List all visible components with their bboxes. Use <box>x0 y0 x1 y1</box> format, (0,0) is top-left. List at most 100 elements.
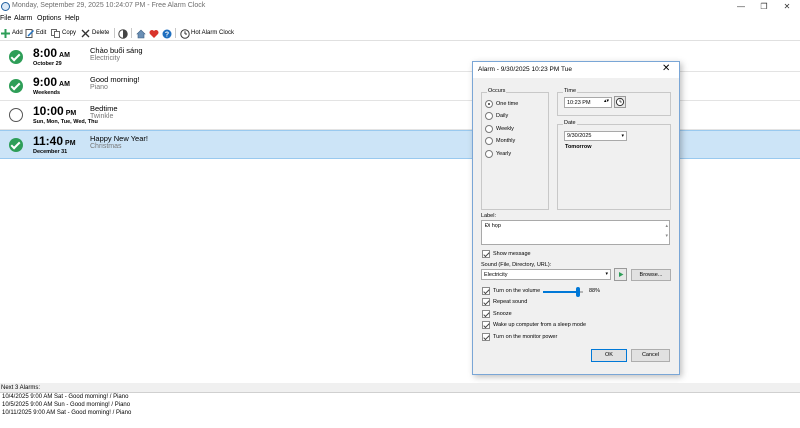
alarm-label: Good morning! <box>90 75 140 84</box>
repeat-sound-checkbox[interactable] <box>482 298 490 306</box>
snooze-label: Snooze <box>493 311 512 317</box>
alarm-repeat: October 29 <box>33 61 62 67</box>
menu-file[interactable]: File <box>0 15 11 22</box>
volume-thumb[interactable] <box>576 287 580 297</box>
cancel-button[interactable]: Cancel <box>631 349 670 362</box>
delete-label: Delete <box>92 30 110 36</box>
occurs-monthly-radio[interactable] <box>485 137 493 145</box>
monitor-power-checkbox[interactable] <box>482 333 490 341</box>
minimize-button[interactable]: — <box>730 1 752 13</box>
label-value: Đi họp <box>485 223 501 229</box>
edit-icon <box>25 28 35 38</box>
occurs-title: Occurs <box>487 88 507 94</box>
occurs-one-time-radio[interactable] <box>485 100 493 108</box>
occurs-daily-radio[interactable] <box>485 112 493 120</box>
volume-checkbox[interactable] <box>482 287 490 295</box>
alarm-dialog: Alarm - 9/30/2025 10:23 PM Tue ✕ Occurs … <box>472 61 680 375</box>
next-alarms-heading: Next 3 Alarms: <box>1 385 41 391</box>
alarm-sound: Twinkle <box>90 113 114 120</box>
maximize-button[interactable]: ❐ <box>753 1 775 13</box>
scroll-arrows-icon: ▴ ▾ <box>665 223 668 239</box>
delete-button[interactable]: Delete <box>81 27 109 39</box>
date-relative: Tomorrow <box>565 144 592 150</box>
volume-slider[interactable] <box>543 287 583 297</box>
window-title: Monday, September 29, 2025 10:24:07 PM -… <box>12 2 206 9</box>
svg-text:?: ? <box>165 31 169 38</box>
alarm-clock-icon <box>1 2 10 11</box>
dialog-title: Alarm - 9/30/2025 10:23 PM Tue <box>478 66 572 73</box>
alarm-row[interactable]: 8:00 AM October 29 Chào buổi sáng Electri… <box>0 43 800 72</box>
snooze-checkbox[interactable] <box>482 310 490 318</box>
play-sound-button[interactable] <box>614 268 627 281</box>
volume-label: Turn on the volume <box>493 288 541 294</box>
sound-select[interactable]: Electricity ▾ <box>481 269 611 280</box>
alarm-time: 8:00 AM <box>33 46 70 60</box>
alarm-row[interactable]: 10:00 PM Sun, Mon, Tue, Wed, Thu Bedtime … <box>0 101 800 130</box>
alarm-row-selected[interactable]: 11:40 PM December 31 Happy New Year! Chri… <box>0 130 800 159</box>
add-label: Add <box>12 30 23 36</box>
next-alarm-item: 10/11/2025 9:00 AM Sat - Good morning! /… <box>2 410 132 416</box>
add-button[interactable]: Add <box>1 27 23 39</box>
enabled-check-icon[interactable] <box>9 79 23 93</box>
menu-alarm[interactable]: Alarm <box>14 15 32 22</box>
delete-icon <box>81 29 90 38</box>
enabled-check-icon[interactable] <box>9 138 23 152</box>
theme-button[interactable] <box>118 27 129 39</box>
label-title: Label: <box>481 213 496 219</box>
date-title: Date <box>563 120 577 126</box>
play-icon <box>619 272 624 277</box>
help-button[interactable]: ? <box>162 27 173 39</box>
home-button[interactable] <box>136 27 147 39</box>
close-button[interactable]: ✕ <box>776 1 798 13</box>
plus-icon <box>1 28 10 38</box>
hot-alarm-clock-label: Hot Alarm Clock <box>191 30 235 36</box>
alarm-repeat: Sun, Mon, Tue, Wed, Thu <box>33 119 98 125</box>
next-alarms-list: 10/4/2025 9:00 AM Sat - Good morning! / … <box>0 392 800 428</box>
alarm-label: Happy New Year! <box>90 134 148 143</box>
dialog-title-bar: Alarm - 9/30/2025 10:23 PM Tue ✕ <box>473 62 679 78</box>
alarm-time: 10:00 PM <box>33 104 77 118</box>
time-value: 10:23 PM <box>567 100 591 106</box>
alarm-label: Bedtime <box>90 104 118 113</box>
alarm-list: 8:00 AM October 29 Chào buổi sáng Electri… <box>0 41 800 383</box>
occurs-yearly-radio[interactable] <box>485 150 493 158</box>
time-input[interactable]: 10:23 PM ▴▾ <box>564 97 612 108</box>
alarm-time: 9:00 AM <box>33 75 70 89</box>
show-message-checkbox[interactable] <box>482 250 490 258</box>
occurs-weekly-label: Weekly <box>496 126 514 132</box>
contrast-icon <box>118 28 128 39</box>
donate-button[interactable] <box>149 27 160 39</box>
label-textarea[interactable]: Đi họp ▴ ▾ <box>481 220 670 245</box>
alarm-sound: Electricity <box>90 55 120 62</box>
wake-up-checkbox[interactable] <box>482 321 490 329</box>
toolbar: Add Edit Copy Delete ? Hot Alarm Clock <box>0 25 800 41</box>
alarm-sound: Piano <box>90 84 108 91</box>
ok-button[interactable]: OK <box>591 349 627 362</box>
time-title: Time <box>563 88 578 94</box>
alarm-time: 11:40 PM <box>33 134 76 148</box>
date-value: 9/30/2025 <box>567 133 592 139</box>
copy-label: Copy <box>62 30 77 36</box>
disabled-circle-icon[interactable] <box>9 108 23 122</box>
copy-button[interactable]: Copy <box>51 27 76 39</box>
copy-icon <box>51 28 60 38</box>
dialog-close-button[interactable]: ✕ <box>662 64 670 74</box>
occurs-weekly-radio[interactable] <box>485 125 493 133</box>
occurs-one-time-label: One time <box>496 101 519 107</box>
occurs-yearly-label: Yearly <box>496 151 512 157</box>
menu-help[interactable]: Help <box>65 15 79 22</box>
enabled-check-icon[interactable] <box>9 50 23 64</box>
volume-percent: 88% <box>589 288 601 294</box>
edit-button[interactable]: Edit <box>25 27 46 39</box>
time-picker-button[interactable] <box>614 96 626 108</box>
hot-alarm-clock-button[interactable]: Hot Alarm Clock <box>180 27 234 39</box>
browse-button[interactable]: Browse... <box>631 269 671 281</box>
home-icon <box>136 29 146 38</box>
menu-options[interactable]: Options <box>37 15 61 22</box>
title-bar: Monday, September 29, 2025 10:24:07 PM -… <box>0 0 800 14</box>
date-picker[interactable]: 9/30/2025 ▾ <box>564 131 627 141</box>
sound-title: Sound (File, Directory, URL): <box>481 262 552 268</box>
occurs-monthly-label: Monthly <box>496 138 516 144</box>
heart-icon <box>149 29 159 38</box>
alarm-row[interactable]: 9:00 AM Weekends Good morning! Piano <box>0 72 800 101</box>
